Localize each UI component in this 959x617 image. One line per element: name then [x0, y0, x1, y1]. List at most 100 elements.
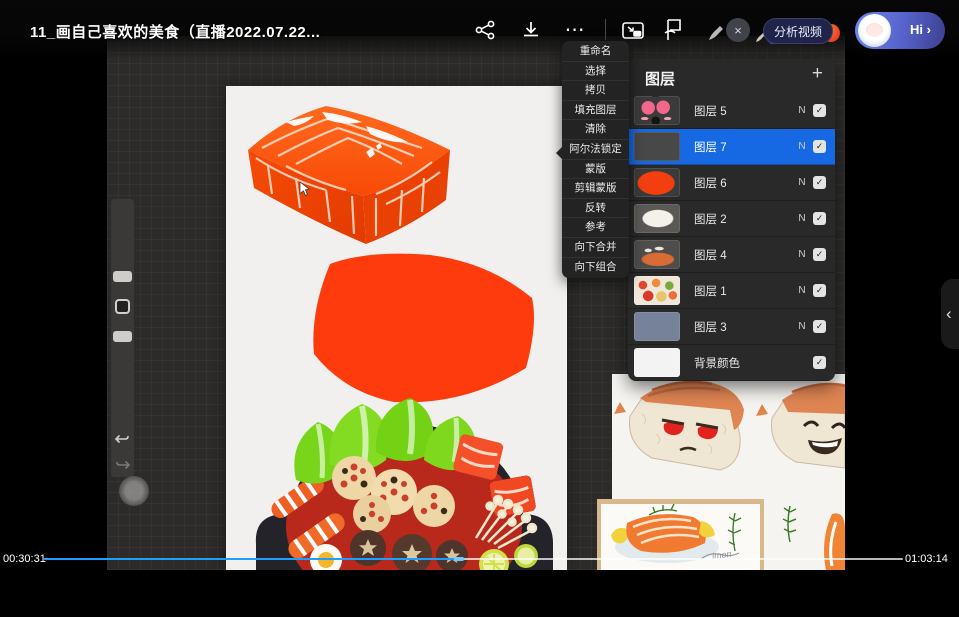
menu-item[interactable]: 蒙版 — [562, 160, 629, 180]
touch-indicator — [119, 476, 149, 506]
layer-visibility-checkbox[interactable]: ✓ — [813, 212, 826, 225]
layer-blend-mode[interactable]: N — [793, 141, 811, 152]
layer-name: 图层 5 — [694, 103, 793, 119]
menu-item[interactable]: 剪辑蒙版 — [562, 179, 629, 199]
brush-tool-icon — [703, 20, 729, 46]
video-title: 11_画自己喜欢的美食（直播2022.07.22... — [30, 21, 320, 42]
layer-blend-mode[interactable]: N — [793, 285, 811, 296]
drawing-canvas[interactable] — [226, 86, 567, 570]
layer-thumb — [634, 168, 680, 197]
angry-sushi-character — [614, 381, 744, 470]
layer-thumb — [634, 96, 680, 125]
layer-row[interactable]: 背景颜色 ✓ — [628, 345, 835, 381]
current-time: 00:30:31 — [3, 553, 46, 565]
layer-visibility-checkbox[interactable]: ✓ — [813, 140, 826, 153]
layer-blend-mode[interactable]: N — [793, 321, 811, 332]
layer-row[interactable]: 图层 1 N ✓ — [628, 273, 835, 309]
layer-name: 图层 7 — [694, 139, 793, 155]
herb-sprig — [783, 506, 796, 542]
layers-panel: 图层 + 图层 5 N ✓ 图层 7 N ✓ — [628, 59, 835, 381]
layer-thumb — [634, 348, 680, 377]
canvas-artwork — [226, 86, 567, 570]
layers-list: 图层 5 N ✓ 图层 7 N ✓ 图层 6 N ✓ — [628, 93, 835, 381]
player-control-bar: 倍速 高清 字幕 查找 SVIP SVIP — [0, 570, 959, 617]
layer-name: 图层 2 — [694, 211, 793, 227]
share-icon[interactable] — [472, 17, 498, 43]
more-options-icon[interactable]: ⋯ — [562, 17, 588, 43]
opacity-slider[interactable] — [113, 331, 132, 342]
layer-name: 图层 1 — [694, 283, 793, 299]
layer-visibility-checkbox[interactable]: ✓ — [813, 176, 826, 189]
menu-item[interactable]: 清除 — [562, 120, 629, 140]
check-icon: ✓ — [816, 249, 824, 260]
layer-row[interactable]: 图层 2 N ✓ — [628, 201, 835, 237]
layer-visibility-checkbox[interactable]: ✓ — [813, 104, 826, 117]
layer-thumb — [634, 132, 680, 161]
menu-item[interactable]: 选择 — [562, 62, 629, 82]
close-icon[interactable]: × — [726, 18, 750, 42]
side-drawer-toggle[interactable]: ‹ — [941, 279, 959, 349]
analyze-video-button[interactable]: 分析视频 — [763, 18, 833, 44]
layer-visibility-checkbox[interactable]: ✓ — [813, 320, 826, 333]
layers-panel-title: 图层 — [645, 68, 675, 89]
avatar — [858, 14, 891, 47]
layer-name: 图层 6 — [694, 175, 793, 191]
layer-blend-mode[interactable]: N — [793, 213, 811, 224]
layer-row[interactable]: 图层 6 N ✓ — [628, 165, 835, 201]
toolbar-divider — [605, 19, 606, 40]
layer-thumb — [634, 312, 680, 341]
layer-row[interactable]: 图层 7 N ✓ — [628, 129, 835, 165]
duration: 01:03:14 — [905, 553, 948, 565]
hi-label: Hi › — [910, 22, 931, 37]
layer-row[interactable]: 图层 3 N ✓ — [628, 309, 835, 345]
check-icon: ✓ — [816, 321, 824, 332]
progress-row: 00:30:31 01:03:14 — [0, 550, 959, 570]
video-player: lmon 11_画自己喜欢的美食（直播2022.07.22... ⋯ — [0, 0, 959, 617]
orange-blob-shape — [313, 254, 534, 403]
account-button[interactable]: Hi › — [855, 12, 945, 49]
menu-item[interactable]: 向下合并 — [562, 238, 629, 258]
check-icon: ✓ — [816, 285, 824, 296]
layer-name: 图层 4 — [694, 247, 793, 263]
menu-item[interactable]: 阿尔法锁定 — [562, 140, 629, 160]
menu-item[interactable]: 向下组合 — [562, 258, 629, 278]
laughing-sushi-character — [756, 383, 845, 468]
brush-size-slider[interactable] — [113, 271, 132, 282]
check-icon: ✓ — [816, 213, 824, 224]
seek-bar[interactable] — [44, 558, 903, 560]
layer-name: 背景颜色 — [694, 355, 793, 371]
layer-blend-mode[interactable]: N — [793, 105, 811, 116]
flag-tool-icon[interactable] — [660, 17, 686, 43]
menu-item[interactable]: 重命名 — [562, 42, 629, 62]
layer-row[interactable]: 图层 4 N ✓ — [628, 237, 835, 273]
layer-blend-mode[interactable]: N — [793, 177, 811, 188]
redo-icon[interactable] — [115, 457, 130, 472]
undo-icon[interactable] — [115, 431, 130, 446]
layer-blend-mode[interactable]: N — [793, 249, 811, 260]
layer-visibility-checkbox[interactable]: ✓ — [813, 284, 826, 297]
picture-in-picture-icon[interactable] — [620, 17, 646, 43]
hot-pot-illustration — [256, 398, 553, 570]
layer-name: 图层 3 — [694, 319, 793, 335]
menu-item[interactable]: 参考 — [562, 218, 629, 238]
menu-item[interactable]: 反转 — [562, 199, 629, 219]
layer-visibility-checkbox[interactable]: ✓ — [813, 356, 826, 369]
layer-visibility-checkbox[interactable]: ✓ — [813, 248, 826, 261]
add-layer-button[interactable]: + — [812, 63, 823, 85]
layer-row[interactable]: 图层 5 N ✓ — [628, 93, 835, 129]
seek-bar-handle[interactable] — [454, 557, 464, 561]
layer-thumb — [634, 240, 680, 269]
salmon-block — [248, 106, 450, 244]
menu-item[interactable]: 拷贝 — [562, 81, 629, 101]
menu-item[interactable]: 填充图层 — [562, 101, 629, 121]
layer-context-menu: 重命名 选择 拷贝 填充图层 清除 阿尔法锁定 蒙版 剪辑蒙版 反转 参考 向下… — [562, 41, 629, 278]
procreate-slider-bar[interactable] — [111, 199, 134, 477]
layer-thumb — [634, 276, 680, 305]
check-icon: ✓ — [816, 177, 824, 188]
layers-panel-header: 图层 + — [628, 59, 835, 93]
chevron-left-icon: ‹ — [946, 304, 952, 324]
check-icon: ✓ — [816, 105, 824, 116]
modify-button[interactable] — [115, 299, 130, 314]
check-icon: ✓ — [816, 141, 824, 152]
download-icon[interactable] — [518, 17, 544, 43]
